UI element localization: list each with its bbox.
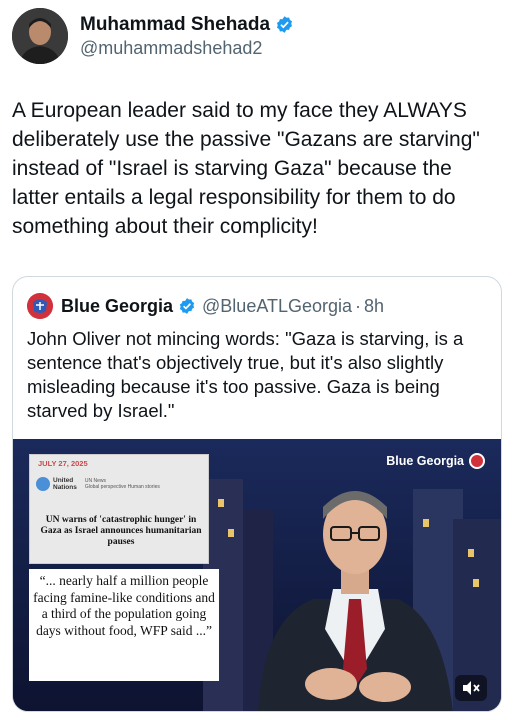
un-news-tagline: Global perspective Human stories — [84, 484, 160, 490]
separator-dot: · — [355, 295, 362, 316]
un-org-line1: United — [53, 477, 74, 484]
watermark-text: Blue Georgia — [386, 454, 464, 468]
tweet-header: Muhammad Shehada @muhammadshehad2 — [12, 8, 294, 64]
news-graphic: JULY 27, 2025 United Nations UN News Glo… — [29, 454, 209, 564]
un-news-masthead: United Nations UN News Global perspectiv… — [36, 477, 160, 491]
video-watermark: Blue Georgia — [386, 453, 485, 469]
quoted-author-name[interactable]: Blue Georgia — [61, 296, 173, 317]
mute-button[interactable] — [455, 675, 487, 701]
quoted-author-avatar[interactable] — [27, 293, 53, 319]
author-display-name[interactable]: Muhammad Shehada — [80, 14, 270, 36]
verified-badge-icon — [179, 298, 195, 314]
quoted-video[interactable]: Blue Georgia JULY 27, 2025 United Nation… — [13, 439, 501, 711]
author-handle[interactable]: @muhammadshehad2 — [80, 38, 294, 59]
watermark-logo-icon — [469, 453, 485, 469]
un-org-line2: Nations — [53, 484, 77, 491]
news-headline: UN warns of 'catastrophic hunger' in Gaz… — [40, 515, 202, 547]
speaker-muted-icon — [463, 681, 480, 695]
quoted-author-handle[interactable]: @BlueATLGeorgia — [202, 296, 352, 317]
verified-badge-icon — [277, 16, 293, 33]
news-date: JULY 27, 2025 — [38, 459, 88, 468]
quoted-timestamp[interactable]: 8h — [364, 296, 384, 317]
quote-overlay-text: “... nearly half a million people facing… — [33, 573, 215, 638]
quote-overlay: “... nearly half a million people facing… — [29, 569, 219, 681]
author-avatar[interactable] — [12, 8, 68, 64]
tweet-text: A European leader said to my face they A… — [12, 99, 480, 238]
quoted-tweet[interactable]: Blue Georgia @BlueATLGeorgia · 8h John O… — [12, 276, 502, 712]
un-logo-icon — [36, 477, 50, 491]
quoted-tweet-text: John Oliver not mincing words: "Gaza is … — [27, 328, 464, 421]
quoted-tweet-header: Blue Georgia @BlueATLGeorgia · 8h — [27, 293, 384, 319]
